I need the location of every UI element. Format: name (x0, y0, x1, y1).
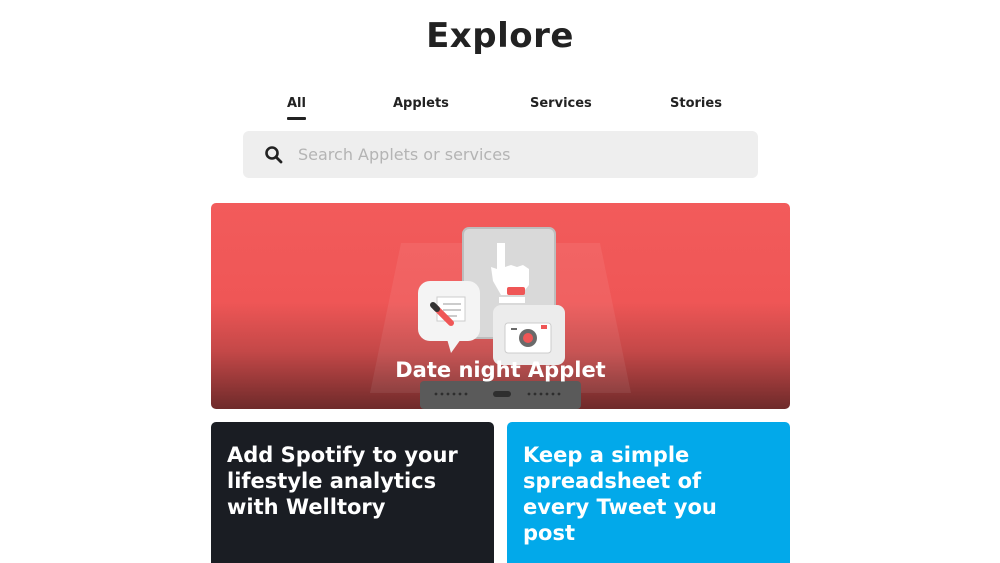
tab-services[interactable]: Services (530, 96, 592, 120)
search-input[interactable] (298, 139, 738, 170)
tab-stories[interactable]: Stories (670, 96, 722, 120)
tab-all-label: All (287, 96, 306, 111)
page-title: Explore (426, 16, 574, 56)
applet-card-title: Keep a simple spreadsheet of every Tweet… (523, 443, 717, 545)
applet-card-title: Add Spotify to your lifestyle analytics … (227, 443, 458, 519)
phone-icon (420, 381, 581, 409)
featured-applet-title: Date night Applet (395, 358, 606, 382)
active-tab-indicator (287, 117, 306, 120)
explore-tabs: All Applets Services Stories (0, 96, 1000, 126)
camera-icon (493, 305, 565, 365)
tab-all[interactable]: All (287, 96, 306, 120)
featured-applet-card[interactable]: Date night Applet (211, 203, 790, 409)
tab-services-label: Services (530, 96, 592, 111)
explore-page: Explore All Applets Services Stories Sea… (0, 0, 1000, 563)
applet-card-tweet-spreadsheet[interactable]: Keep a simple spreadsheet of every Tweet… (507, 422, 790, 563)
tab-applets-label: Applets (393, 96, 449, 111)
search-icon (265, 146, 283, 164)
tab-applets[interactable]: Applets (393, 96, 449, 120)
search-bar[interactable] (243, 131, 758, 178)
applet-card-spotify-welltory[interactable]: Add Spotify to your lifestyle analytics … (211, 422, 494, 563)
tab-stories-label: Stories (670, 96, 722, 111)
